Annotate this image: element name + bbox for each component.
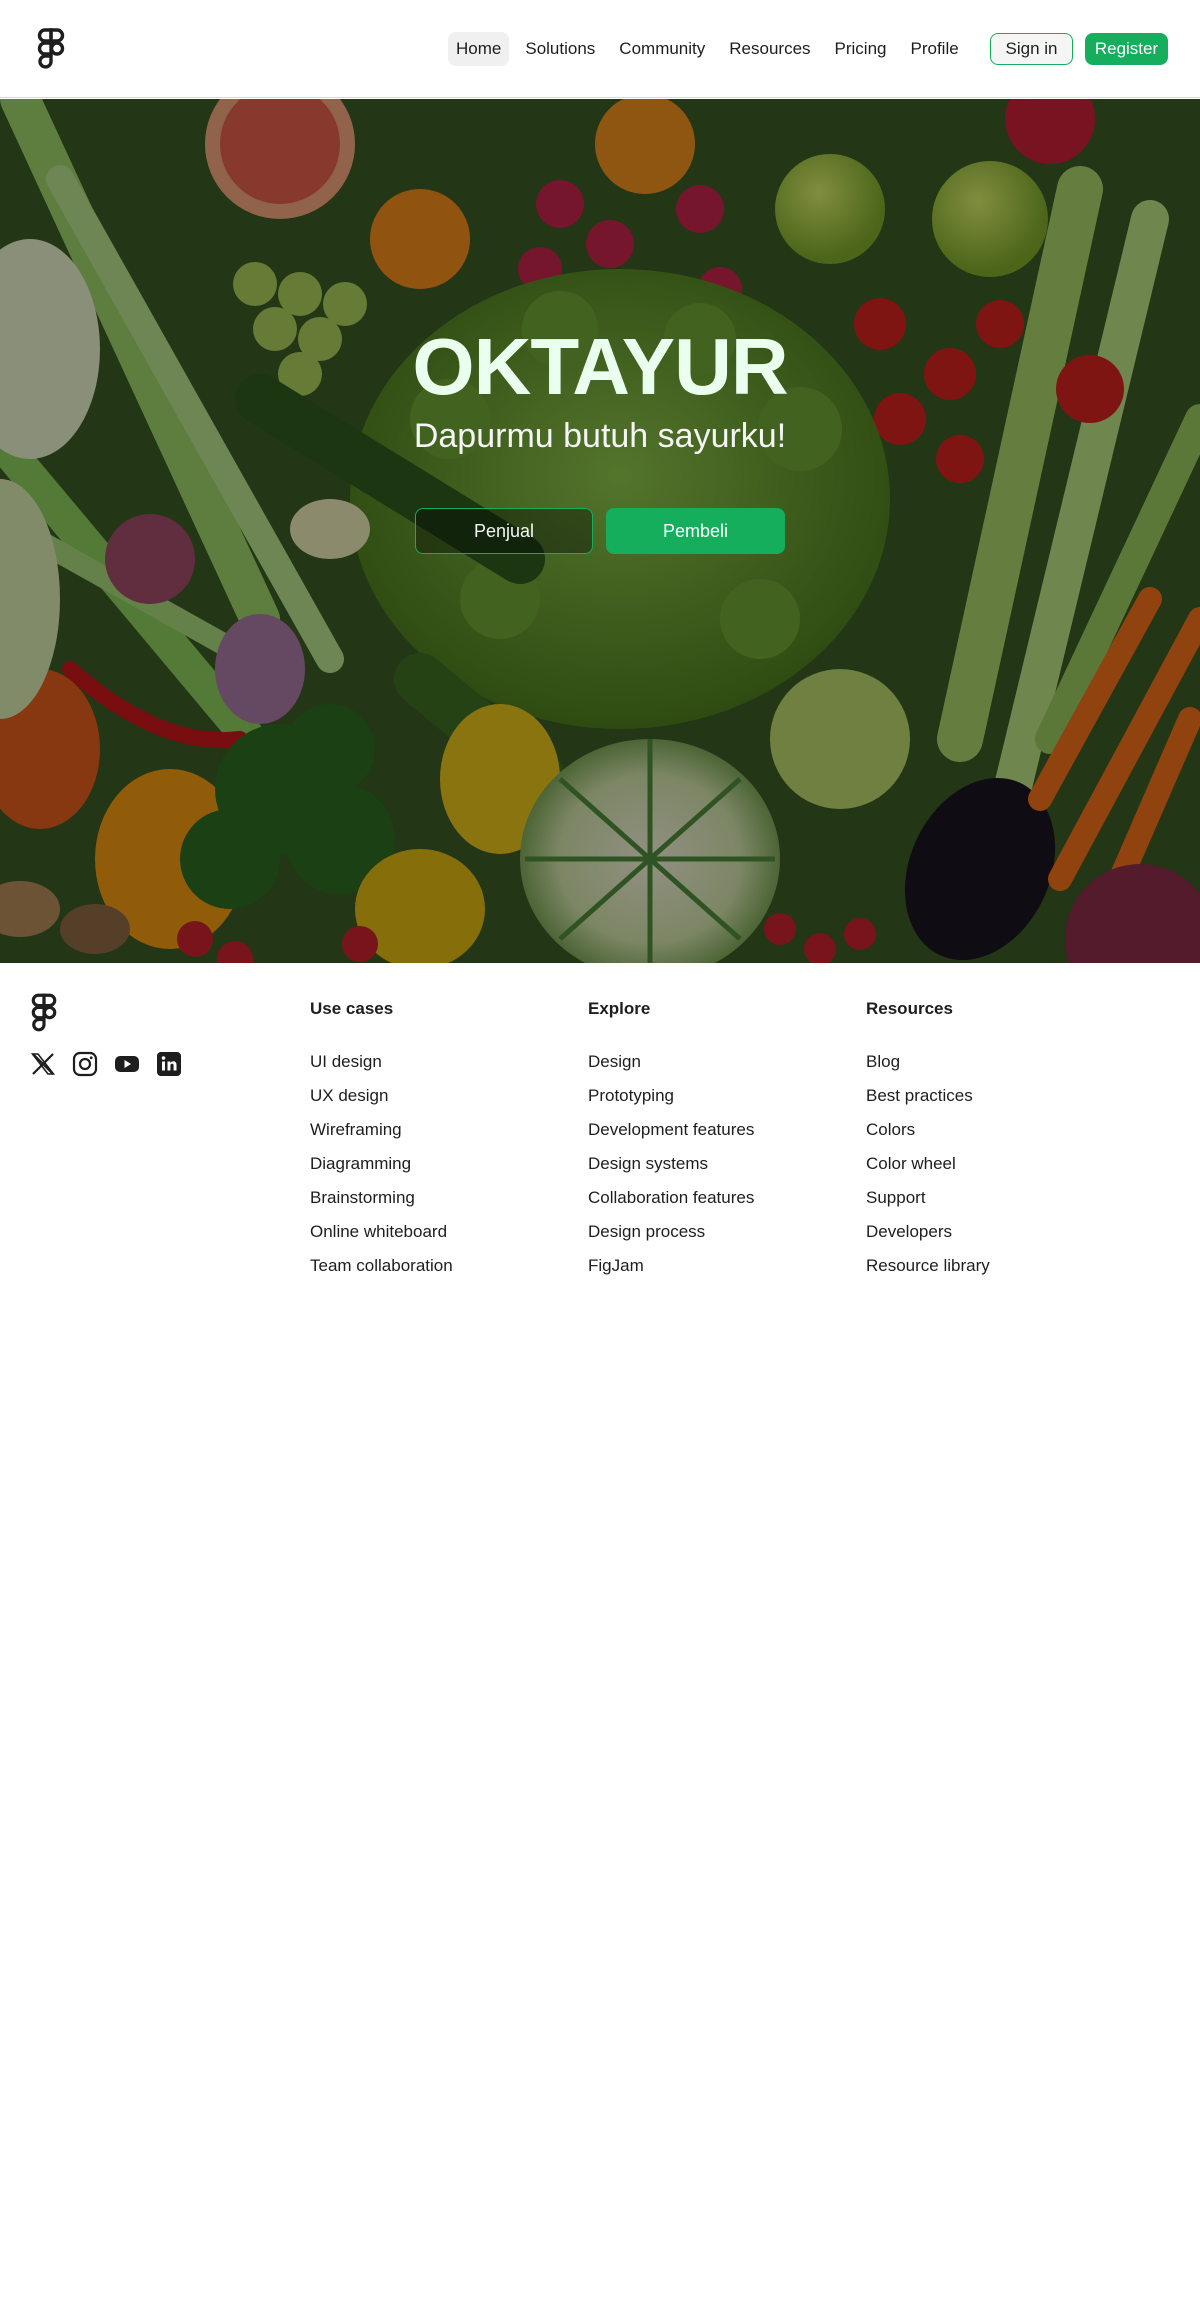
footer-link[interactable]: Diagramming	[310, 1147, 550, 1181]
footer-link[interactable]: Development features	[588, 1113, 828, 1147]
top-navigation-bar: Home Solutions Community Resources Prici…	[0, 0, 1200, 98]
nav-item-solutions[interactable]: Solutions	[517, 32, 603, 66]
footer-link[interactable]: Design	[588, 1045, 828, 1079]
hero-subtitle: Dapurmu butuh sayurku!	[413, 417, 787, 455]
hero-dark-overlay	[0, 99, 1200, 963]
footer-link[interactable]: Resource library	[866, 1249, 1106, 1283]
nav-item-community[interactable]: Community	[611, 32, 713, 66]
sign-in-button[interactable]: Sign in	[990, 33, 1073, 65]
youtube-icon[interactable]	[114, 1051, 140, 1077]
footer-column-heading: Explore	[588, 999, 651, 1018]
figma-logo-icon[interactable]	[36, 28, 66, 70]
footer-link[interactable]: Brainstorming	[310, 1181, 550, 1215]
nav-item-profile[interactable]: Profile	[903, 32, 967, 66]
main-nav: Home Solutions Community Resources Prici…	[448, 32, 967, 66]
nav-item-home[interactable]: Home	[448, 32, 510, 66]
footer-link[interactable]: FigJam	[588, 1249, 828, 1283]
footer-link[interactable]: Collaboration features	[588, 1181, 828, 1215]
footer-link[interactable]: Best practices	[866, 1079, 1106, 1113]
hero-title: OKTAYUR	[412, 322, 788, 411]
footer-link[interactable]: Colors	[866, 1113, 1106, 1147]
nav-item-resources[interactable]: Resources	[721, 32, 818, 66]
x-icon[interactable]	[30, 1051, 56, 1077]
footer-column-heading: Resources	[866, 999, 953, 1018]
hero-section: OKTAYUR Dapurmu butuh sayurku! Penjual P…	[0, 99, 1200, 963]
footer-link[interactable]: UI design	[310, 1045, 550, 1079]
footer-link[interactable]: Wireframing	[310, 1113, 550, 1147]
footer-link[interactable]: Design process	[588, 1215, 828, 1249]
register-button[interactable]: Register	[1085, 33, 1168, 65]
footer-link[interactable]: Developers	[866, 1215, 1106, 1249]
footer-link[interactable]: Design systems	[588, 1147, 828, 1181]
footer-link[interactable]: Prototyping	[588, 1079, 828, 1113]
footer-link[interactable]: UX design	[310, 1079, 550, 1113]
footer-column-resources: Resources Blog Best practices Colors Col…	[866, 997, 1106, 1283]
instagram-icon[interactable]	[72, 1051, 98, 1077]
footer-link[interactable]: Support	[866, 1181, 1106, 1215]
footer: Use cases UI design UX design Wireframin…	[0, 963, 1200, 1283]
seller-button[interactable]: Penjual	[415, 508, 593, 554]
footer-link[interactable]: Blog	[866, 1045, 1106, 1079]
footer-link[interactable]: Team collaboration	[310, 1249, 550, 1283]
footer-column-heading: Use cases	[310, 999, 394, 1018]
nav-item-pricing[interactable]: Pricing	[827, 32, 895, 66]
footer-link[interactable]: Color wheel	[866, 1147, 1106, 1181]
footer-link[interactable]: Online whiteboard	[310, 1215, 550, 1249]
footer-column-use-cases: Use cases UI design UX design Wireframin…	[310, 997, 550, 1283]
footer-column-explore: Explore Design Prototyping Development f…	[588, 997, 828, 1283]
linkedin-icon[interactable]	[156, 1051, 182, 1077]
buyer-button[interactable]: Pembeli	[606, 508, 785, 554]
social-links	[30, 1051, 182, 1077]
figma-logo-icon[interactable]	[30, 993, 58, 1033]
